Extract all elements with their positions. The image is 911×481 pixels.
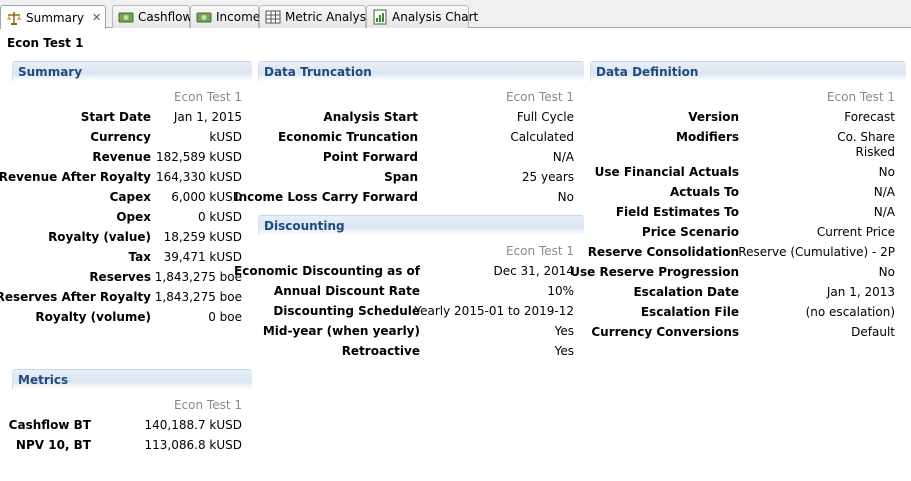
- discounting-label: Economic Discounting as of: [234, 264, 420, 278]
- discounting-label: Discounting Schedule: [273, 304, 420, 318]
- tab-analysis-chart[interactable]: Analysis Chart: [366, 5, 478, 28]
- summary-label: Tax: [128, 250, 151, 264]
- discounting-value: Yes: [554, 344, 574, 358]
- data-truncation-section-header: Data Truncation: [258, 61, 584, 81]
- close-icon[interactable]: ✕: [92, 11, 101, 24]
- discounting-label: Annual Discount Rate: [273, 284, 420, 298]
- money-icon: [118, 9, 134, 25]
- data-definition-section-header: Data Definition: [590, 61, 906, 81]
- definition-label: Modifiers: [676, 130, 739, 144]
- definition-label: Use Reserve Progression: [570, 265, 739, 279]
- money-icon: [196, 9, 212, 25]
- metrics-value: 140,188.7 kUSD: [144, 418, 242, 432]
- column-header: Econ Test 1: [826, 90, 895, 104]
- summary-label: Revenue: [92, 150, 151, 164]
- definition-value: Forecast: [844, 110, 895, 124]
- column-header: Econ Test 1: [505, 90, 574, 104]
- truncation-label: Economic Truncation: [278, 130, 418, 144]
- definition-label: Actuals To: [669, 185, 739, 199]
- page-title: Econ Test 1: [7, 36, 84, 50]
- column-header: Econ Test 1: [505, 244, 574, 258]
- summary-section-header: Summary: [12, 61, 252, 81]
- definition-value: N/A: [873, 185, 895, 199]
- truncation-value: N/A: [552, 150, 574, 164]
- definition-label: Reserve Consolidation: [587, 245, 739, 259]
- tab-summary[interactable]: Summary ✕: [0, 5, 106, 29]
- discounting-label: Retroactive: [341, 344, 420, 358]
- definition-label: Currency Conversions: [591, 325, 739, 339]
- truncation-label: Point Forward: [322, 150, 418, 164]
- summary-label: Royalty (value): [48, 230, 151, 244]
- summary-label: Capex: [109, 190, 151, 204]
- summary-value: 6,000 kUSD: [171, 190, 242, 204]
- summary-label: Reserves: [89, 270, 151, 284]
- summary-value: 39,471 kUSD: [163, 250, 242, 264]
- summary-label: Opex: [116, 210, 151, 224]
- summary-label: Revenue After Royalty: [0, 170, 151, 184]
- truncation-value: 25 years: [521, 170, 574, 184]
- discounting-value: Yearly 2015-01 to 2019-12: [414, 304, 574, 318]
- summary-label: Reserves After Royalty: [0, 290, 151, 304]
- definition-label: Version: [688, 110, 739, 124]
- metrics-label: NPV 10, BT: [15, 438, 91, 452]
- summary-value: 1,843,275 boe: [154, 270, 242, 284]
- definition-value: Jan 1, 2013: [826, 285, 895, 299]
- metrics-value: 113,086.8 kUSD: [144, 438, 242, 452]
- summary-scale-icon: [6, 10, 22, 26]
- column-header: Econ Test 1: [173, 398, 242, 412]
- definition-label: Price Scenario: [641, 225, 739, 239]
- definition-value: No: [878, 265, 895, 279]
- grid-icon: [265, 9, 281, 25]
- chart-icon: [372, 9, 388, 25]
- summary-label: Currency: [90, 130, 151, 144]
- summary-value: 0 kUSD: [197, 210, 242, 224]
- tab-label: Cashflow: [138, 10, 193, 24]
- truncation-label: Income Loss Carry Forward: [234, 190, 418, 204]
- tab-label: Metric Analysis: [285, 10, 376, 24]
- summary-label: Royalty (volume): [35, 310, 151, 324]
- tab-income[interactable]: Income: [190, 5, 261, 28]
- definition-label: Field Estimates To: [615, 205, 739, 219]
- definition-label: Escalation File: [640, 305, 739, 319]
- tab-cashflow[interactable]: Cashflow: [112, 5, 193, 28]
- definition-value: N/A: [873, 205, 895, 219]
- discounting-value: Dec 31, 2014: [493, 264, 574, 278]
- definition-label: Escalation Date: [633, 285, 739, 299]
- metrics-section-header: Metrics: [12, 369, 252, 389]
- discounting-value: 10%: [547, 284, 574, 298]
- summary-label: Start Date: [80, 110, 151, 124]
- definition-value: No: [878, 165, 895, 179]
- definition-value: (no escalation): [805, 305, 895, 319]
- column-header: Econ Test 1: [173, 90, 242, 104]
- tab-label: Income: [216, 10, 261, 24]
- summary-value: 18,259 kUSD: [163, 230, 242, 244]
- discounting-value: Yes: [554, 324, 574, 338]
- discounting-label: Mid-year (when yearly): [262, 324, 420, 338]
- definition-value: Risked: [855, 145, 895, 159]
- tab-label: Analysis Chart: [392, 10, 479, 24]
- discounting-section-header: Discounting: [258, 215, 584, 235]
- summary-value: Jan 1, 2015: [173, 110, 242, 124]
- truncation-value: Full Cycle: [516, 110, 574, 124]
- tab-metric-analysis[interactable]: Metric Analysis: [259, 5, 376, 28]
- summary-value: 182,589 kUSD: [155, 150, 242, 164]
- summary-value: 0 boe: [208, 310, 242, 324]
- summary-value: 164,330 kUSD: [155, 170, 242, 184]
- editor-tab-bar: Summary ✕ Cashflow Income Metric Analysi…: [0, 0, 911, 29]
- summary-value: kUSD: [209, 130, 242, 144]
- summary-value: 1,843,275 boe: [154, 290, 242, 304]
- definition-value: Reserve (Cumulative) - 2P: [738, 245, 895, 259]
- definition-value: Current Price: [816, 225, 895, 239]
- truncation-value: No: [557, 190, 574, 204]
- truncation-value: Calculated: [510, 130, 574, 144]
- metrics-label: Cashflow BT: [8, 418, 91, 432]
- tab-label: Summary: [26, 10, 84, 25]
- truncation-label: Analysis Start: [323, 110, 418, 124]
- definition-label: Use Financial Actuals: [594, 165, 739, 179]
- definition-value: Default: [851, 325, 895, 339]
- truncation-label: Span: [384, 170, 418, 184]
- definition-value: Co. Share: [837, 130, 895, 144]
